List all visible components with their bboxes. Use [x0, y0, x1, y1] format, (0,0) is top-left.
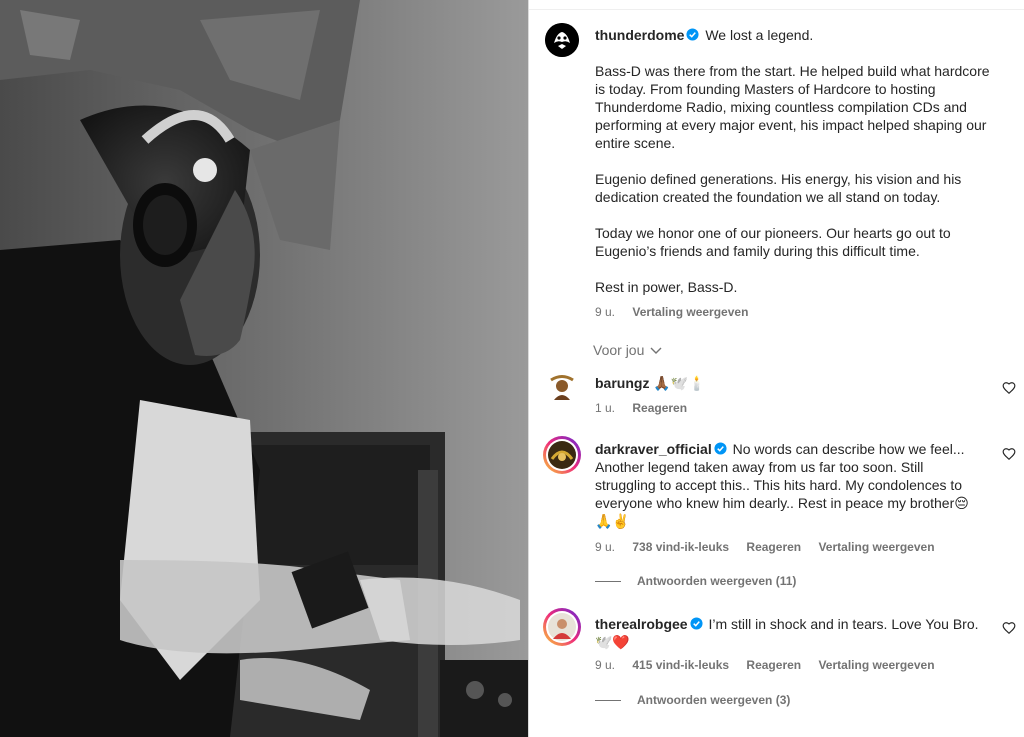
avatar-image [546, 439, 578, 471]
heart-outline-icon[interactable] [1002, 447, 1016, 461]
comment-reply-button[interactable]: Reageren [632, 401, 687, 415]
avatar-image [545, 370, 579, 404]
avatar-image [546, 611, 578, 643]
verified-badge-icon [714, 442, 727, 455]
view-replies-button[interactable]: Antwoorden weergeven (11) [595, 574, 796, 588]
comment-likes-count[interactable]: 415 vind-ik-leuks [632, 658, 729, 672]
comment-time[interactable]: 9 u. [595, 658, 615, 672]
view-replies-button[interactable]: Antwoorden weergeven (3) [595, 693, 790, 707]
comment-username[interactable]: darkraver_official [595, 441, 712, 457]
comment-username[interactable]: therealrobgee [595, 616, 688, 632]
comment-meta: 9 u. 415 vind-ik-leuks Reageren Vertalin… [595, 658, 949, 672]
view-replies-label: Antwoorden weergeven (11) [637, 574, 797, 588]
heart-outline-icon[interactable] [1002, 381, 1016, 395]
caption-paragraph: Rest in power, Bass-D. [595, 279, 738, 295]
post-author-avatar[interactable] [545, 23, 579, 57]
view-replies-label: Antwoorden weergeven (3) [637, 693, 791, 707]
comment-text: 🙏🏾🕊️🕯️ [653, 375, 706, 391]
comment-translate-link[interactable]: Vertaling weergeven [818, 540, 934, 554]
verified-badge-icon [690, 617, 703, 630]
comment-darkraver: darkraver_official No words can describe… [595, 440, 985, 530]
sort-label: Voor jou [593, 342, 645, 358]
caption-paragraph: Eugenio defined generations. His energy,… [595, 171, 962, 205]
post-author-username[interactable]: thunderdome [595, 27, 684, 43]
verified-badge-icon [686, 28, 699, 41]
replies-divider-line [595, 581, 621, 583]
comment-therealrobgee: therealrobgee I’m still in shock and in … [595, 615, 985, 651]
dj-photo-image [0, 0, 528, 737]
comment-avatar-darkraver[interactable] [543, 436, 581, 474]
post-caption-title: We lost a legend. [705, 27, 814, 43]
heart-outline-icon[interactable] [1002, 621, 1016, 635]
comment-reply-button[interactable]: Reageren [746, 658, 801, 672]
comment-barungz: barungz 🙏🏾🕊️🕯️ [595, 374, 985, 392]
comment-time[interactable]: 1 u. [595, 401, 615, 415]
comments-panel: thunderdome We lost a legend. Bass-D was… [529, 0, 1024, 737]
caption-paragraph: Bass-D was there from the start. He help… [595, 63, 990, 151]
post-caption: thunderdome We lost a legend. Bass-D was… [595, 26, 995, 296]
post-meta: 9 u. Vertaling weergeven [595, 305, 762, 319]
comment-meta: 1 u. Reageren [595, 401, 701, 415]
thunderdome-logo-icon [545, 23, 579, 57]
comment-meta: 9 u. 738 vind-ik-leuks Reageren Vertalin… [595, 540, 949, 554]
caption-paragraph: Today we honor one of our pioneers. Our … [595, 225, 951, 259]
comment-avatar-barungz[interactable] [545, 370, 579, 404]
sort-for-you-dropdown[interactable]: Voor jou [593, 342, 662, 358]
comment-translate-link[interactable]: Vertaling weergeven [818, 658, 934, 672]
post-translate-link[interactable]: Vertaling weergeven [632, 305, 748, 319]
panel-top-edge [529, 0, 1024, 10]
chevron-down-icon [650, 347, 662, 355]
comment-likes-count[interactable]: 738 vind-ik-leuks [632, 540, 729, 554]
comment-reply-button[interactable]: Reageren [746, 540, 801, 554]
post-time[interactable]: 9 u. [595, 305, 615, 319]
replies-divider-line [595, 700, 621, 702]
post-photo[interactable] [0, 0, 528, 737]
comment-avatar-therealrobgee[interactable] [543, 608, 581, 646]
comment-username[interactable]: barungz [595, 375, 649, 391]
comment-time[interactable]: 9 u. [595, 540, 615, 554]
